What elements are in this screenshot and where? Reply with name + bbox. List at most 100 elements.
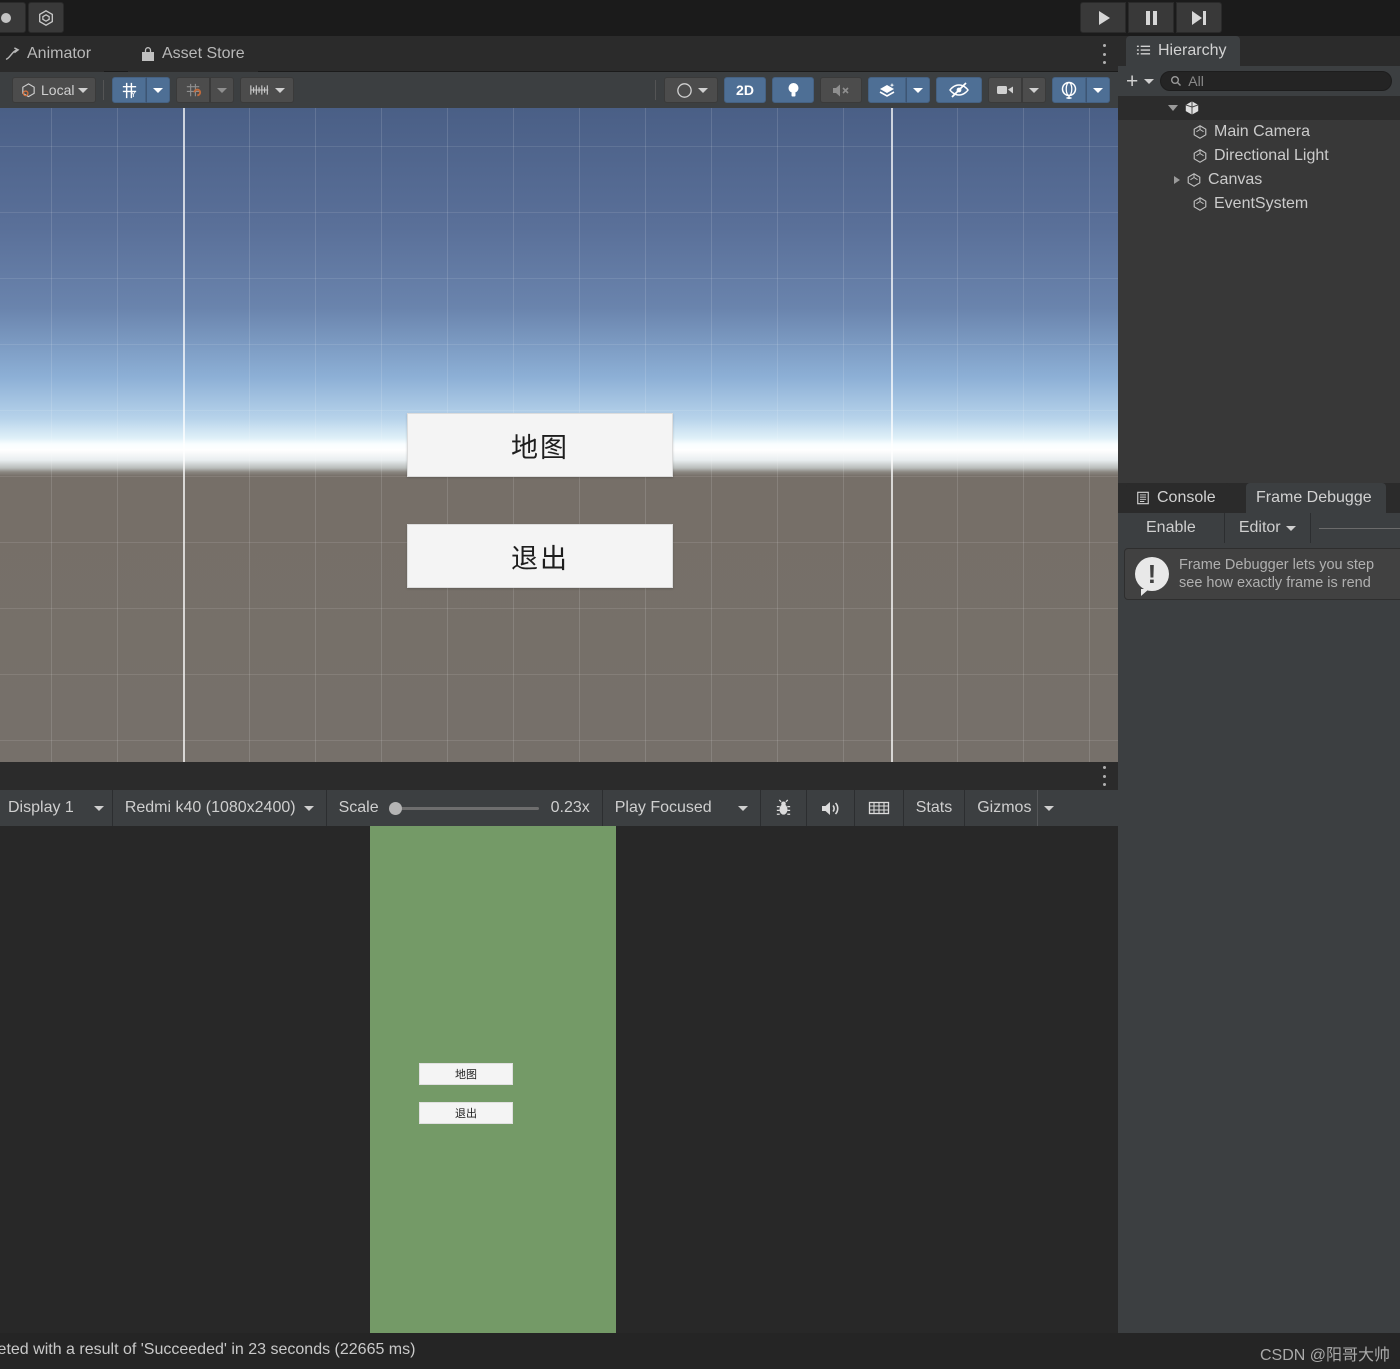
scale-label: Scale xyxy=(339,799,379,817)
play-button[interactable] xyxy=(1080,2,1126,33)
scene-ui-button-exit[interactable]: 退出 xyxy=(407,524,673,588)
kebab-dot xyxy=(1103,44,1106,47)
game-panel-menu-button[interactable] xyxy=(1102,766,1106,786)
two-d-toggle[interactable]: 2D xyxy=(724,77,766,103)
stats-toggle[interactable]: Stats xyxy=(904,790,965,826)
circle-icon xyxy=(0,11,13,25)
scene-camera-dropdown[interactable] xyxy=(1022,77,1046,103)
chevron-down-icon xyxy=(913,88,923,93)
scene-view[interactable]: 地图 退出 xyxy=(0,108,1118,762)
chevron-down-icon xyxy=(738,806,748,811)
toolbar-separator xyxy=(103,80,105,100)
snap-grid-icon xyxy=(184,81,203,100)
game-grid-toggle[interactable] xyxy=(855,790,904,826)
scene-gizmo-dropdown[interactable] xyxy=(1086,77,1110,103)
scene-lighting-toggle[interactable] xyxy=(772,77,814,103)
chevron-down-icon xyxy=(304,806,314,811)
editor-target-label: Editor xyxy=(1239,519,1281,537)
gizmos-label: Gizmos xyxy=(977,799,1031,817)
stats-label: Stats xyxy=(916,799,952,817)
enable-button[interactable]: Enable xyxy=(1118,513,1225,543)
scale-slider[interactable] xyxy=(391,807,539,810)
grid-snapping-button[interactable] xyxy=(176,77,210,103)
play-mode-selector[interactable]: Play Focused xyxy=(603,790,761,826)
scene-effects-dropdown[interactable] xyxy=(906,77,930,103)
play-mode-label: Play Focused xyxy=(615,799,712,817)
toolbar-separator xyxy=(655,80,657,100)
hierarchy-list-icon xyxy=(1136,44,1151,58)
chevron-down-icon xyxy=(1044,806,1054,811)
video-camera-icon xyxy=(995,83,1015,97)
display-selector-label: Display 1 xyxy=(8,799,74,817)
scale-slider-group[interactable]: Scale 0.23x xyxy=(327,790,603,826)
search-icon xyxy=(1170,75,1182,87)
scene-and-game-column: Animator Asset Store xyxy=(0,36,1118,1333)
play-icon xyxy=(1099,11,1110,25)
scale-value: 0.23x xyxy=(551,799,590,817)
right-panel-column: Hierarchy + All xyxy=(1118,36,1400,1333)
chevron-down-icon xyxy=(698,88,708,93)
scene-tabstrip: Animator Asset Store xyxy=(0,36,1118,72)
tab-asset-store-label: Asset Store xyxy=(162,45,245,63)
pause-icon xyxy=(1146,11,1157,25)
frame-debug-toggle[interactable] xyxy=(761,790,807,826)
game-view-panel: Display 1 Redmi k40 (1080x2400) Scale 0.… xyxy=(0,762,1118,1369)
game-tabstrip xyxy=(0,762,1118,790)
scene-camera-button[interactable] xyxy=(988,77,1022,103)
frame-slider-track[interactable] xyxy=(1319,528,1400,529)
chevron-down-icon[interactable] xyxy=(1144,79,1154,84)
game-ui-button-exit[interactable]: 退出 xyxy=(419,1102,513,1124)
info-icon: ! xyxy=(1135,557,1169,591)
editor-target-selector[interactable]: Editor xyxy=(1225,513,1311,543)
scene-gizmo-button[interactable] xyxy=(1052,77,1086,103)
game-ui-button-map[interactable]: 地图 xyxy=(419,1063,513,1085)
scene-panel-menu-button[interactable] xyxy=(1102,44,1106,64)
chevron-down-icon xyxy=(153,88,163,93)
hierarchy-tree[interactable]: SampleScene Main Camera xyxy=(1118,96,1400,493)
hidden-objects-toggle[interactable] xyxy=(936,77,982,103)
tab-animator[interactable]: Animator xyxy=(0,36,104,72)
two-d-label: 2D xyxy=(736,82,754,98)
hierarchy-search-placeholder: All xyxy=(1188,73,1204,89)
top-toolbar xyxy=(0,0,1400,36)
scene-ui-button-map[interactable]: 地图 xyxy=(407,413,673,477)
game-render-area[interactable]: 地图 退出 xyxy=(0,826,1118,1369)
chevron-down-icon[interactable] xyxy=(1168,105,1178,111)
shading-mode-button[interactable] xyxy=(664,77,718,103)
tab-frame-debugger[interactable]: Frame Debugge xyxy=(1246,483,1386,513)
shopping-bag-icon xyxy=(141,47,155,62)
pivot-rotation-button[interactable]: Local xyxy=(12,77,96,103)
hierarchy-item-samplescene[interactable]: SampleScene xyxy=(1118,96,1400,120)
gizmos-toggle[interactable]: Gizmos xyxy=(965,790,1037,826)
display-selector[interactable]: Display 1 xyxy=(0,790,113,826)
scene-audio-toggle[interactable] xyxy=(820,77,862,103)
mute-audio-toggle[interactable] xyxy=(807,790,855,826)
hexagon-icon xyxy=(37,9,55,27)
pause-button[interactable] xyxy=(1128,2,1174,33)
add-gameobject-button[interactable]: + xyxy=(1126,71,1138,92)
tab-console[interactable]: Console xyxy=(1126,483,1230,513)
status-bar: leted with a result of 'Succeeded' in 23… xyxy=(0,1333,1400,1369)
scale-slider-knob[interactable] xyxy=(389,802,402,815)
scene-toolbar: Local Y xyxy=(0,72,1118,108)
chevron-down-icon xyxy=(1029,88,1039,93)
account-button[interactable] xyxy=(0,2,26,33)
lightbulb-icon xyxy=(785,81,802,99)
console-tabstrip: Console Frame Debugge xyxy=(1118,483,1400,513)
status-message[interactable]: leted with a result of 'Succeeded' in 23… xyxy=(0,1341,415,1359)
grid-axis-dropdown[interactable] xyxy=(146,77,170,103)
chevron-right-icon[interactable] xyxy=(1174,176,1180,184)
game-toolbar: Display 1 Redmi k40 (1080x2400) Scale 0.… xyxy=(0,790,1118,826)
gizmos-dropdown[interactable] xyxy=(1037,790,1066,826)
eye-off-icon xyxy=(948,81,970,99)
tab-asset-store[interactable]: Asset Store xyxy=(128,36,258,72)
ruler-icon xyxy=(249,82,271,98)
kebab-dot xyxy=(1103,775,1106,778)
chevron-down-icon xyxy=(275,88,285,93)
unit-ruler-button[interactable] xyxy=(240,77,294,103)
layers-button[interactable] xyxy=(28,2,64,33)
grid-snapping-dropdown[interactable] xyxy=(210,77,234,103)
scene-effects-button[interactable] xyxy=(868,77,906,103)
resolution-selector[interactable]: Redmi k40 (1080x2400) xyxy=(113,790,327,826)
grid-axis-button[interactable]: Y xyxy=(112,77,146,103)
